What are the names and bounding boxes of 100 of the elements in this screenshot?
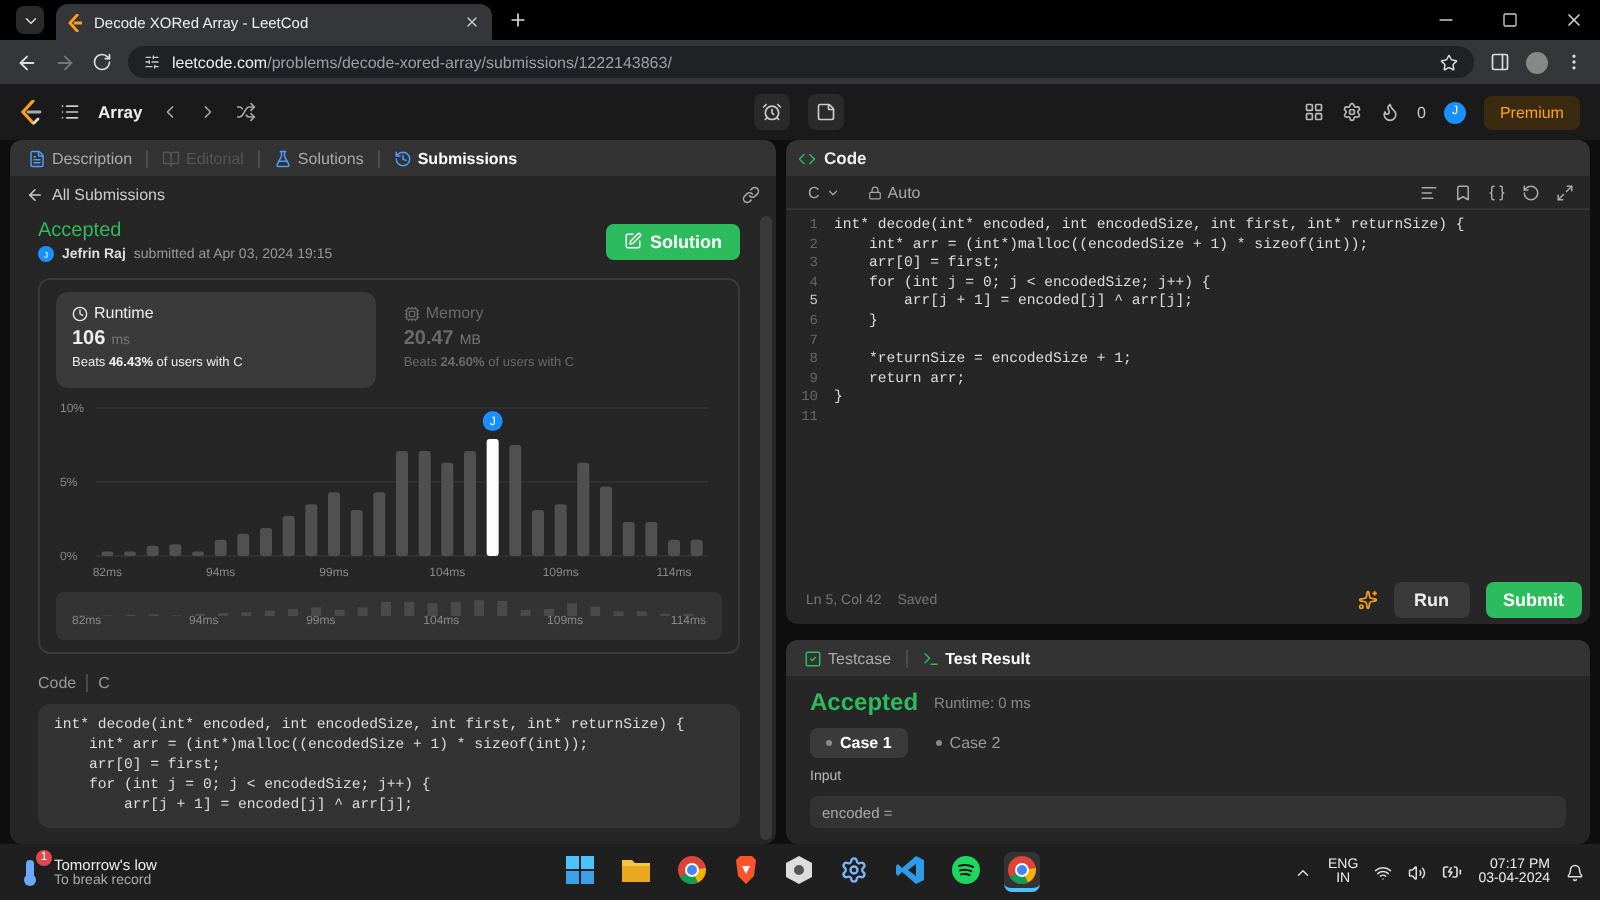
streak-count: 0 (1417, 103, 1426, 121)
histogram-bar (622, 521, 635, 556)
logo-icon[interactable] (20, 99, 42, 125)
histogram-bar (305, 504, 318, 556)
list-icon[interactable] (60, 102, 80, 122)
browser-icon[interactable] (677, 856, 705, 884)
reset-icon[interactable] (1522, 183, 1540, 201)
favicon-icon (68, 13, 84, 31)
histogram-bar (373, 492, 386, 556)
histogram-bar (486, 439, 499, 556)
address-field[interactable]: leetcode.com/problems/decode-xored-array/submissions/1222143863/ (128, 46, 1474, 78)
site-settings-icon[interactable] (144, 54, 160, 70)
plus-icon (508, 10, 528, 30)
runtime-icon (72, 305, 88, 321)
histogram-bar (101, 551, 114, 556)
tab-icon (28, 149, 46, 167)
histogram-bar (260, 527, 272, 556)
back-icon[interactable] (16, 51, 38, 73)
status-text: Accepted (38, 220, 124, 242)
stat-value: 20.47 (403, 328, 454, 350)
timer-button[interactable] (754, 94, 791, 130)
problem-list-link[interactable]: Array (98, 102, 143, 122)
histogram-bar (214, 539, 227, 556)
shuffle-icon[interactable] (236, 102, 257, 122)
maximize-icon (1502, 12, 1518, 28)
notification-icon[interactable] (1566, 863, 1584, 881)
folder-icon[interactable] (621, 858, 649, 882)
language-dropdown[interactable]: C (802, 183, 846, 201)
shield-icon[interactable] (733, 856, 757, 884)
histogram-bar (690, 539, 703, 556)
settings-icon[interactable] (1341, 102, 1362, 122)
histogram-bar (464, 450, 476, 556)
side-panel-icon[interactable] (1490, 52, 1510, 72)
case-tab[interactable]: Case 1 (810, 728, 908, 758)
sparkle-icon[interactable] (1358, 590, 1378, 610)
histogram-bar (169, 544, 182, 556)
close-icon[interactable] (464, 14, 480, 30)
bookmark-icon[interactable] (1454, 183, 1472, 201)
music-icon[interactable] (951, 856, 979, 884)
premium-button[interactable]: Premium (1483, 95, 1580, 129)
battery-icon[interactable] (1442, 862, 1463, 882)
edit-icon (624, 232, 642, 250)
auto-mode-toggle[interactable]: Auto (861, 183, 927, 201)
result-status: Accepted (810, 688, 919, 716)
tab-icon (393, 149, 412, 167)
volume-icon[interactable] (1408, 863, 1427, 881)
format-icon[interactable] (1420, 183, 1438, 201)
histogram-bar (645, 521, 658, 556)
histogram-bar (668, 539, 680, 556)
histogram-bar (418, 450, 431, 556)
scrollbar[interactable] (760, 216, 772, 840)
histogram-bar (237, 533, 250, 556)
tab-icon (273, 149, 292, 167)
histogram-bar (509, 445, 522, 556)
lock-icon (867, 185, 882, 199)
panel-tab[interactable]: Solutions (267, 149, 370, 167)
panel-title: Code (824, 148, 867, 168)
flame-icon (1379, 102, 1400, 122)
stat-title: Runtime (94, 304, 154, 322)
run-button[interactable]: Run (1394, 582, 1469, 618)
tab-search-button[interactable] (16, 6, 44, 34)
panel-tab[interactable]: Testcase (798, 649, 898, 667)
checkbox-icon (804, 649, 822, 667)
code-label: Code (38, 674, 77, 692)
histogram-bar (396, 450, 408, 556)
start-icon[interactable] (565, 856, 593, 884)
hexagon-icon[interactable] (785, 856, 811, 884)
histogram-bar (350, 510, 363, 556)
close-icon (1564, 10, 1584, 30)
histogram-bar (532, 510, 544, 556)
profile-avatar[interactable] (1526, 51, 1548, 73)
wifi-icon[interactable] (1374, 863, 1393, 881)
panel-tab[interactable]: Submissions (387, 149, 524, 167)
notes-button[interactable] (808, 94, 845, 130)
back-link[interactable]: All Submissions (26, 185, 165, 203)
reload-icon[interactable] (92, 52, 112, 72)
settings-icon[interactable] (839, 856, 867, 884)
caret-icon (825, 185, 840, 199)
histogram-bar (192, 551, 204, 556)
terminal-icon (921, 649, 940, 667)
braces-icon[interactable] (1488, 183, 1506, 201)
forward-icon[interactable] (54, 51, 76, 73)
expand-icon[interactable] (1556, 183, 1574, 201)
memory-icon (403, 305, 420, 321)
code-icon (798, 149, 816, 167)
code-editor-icon[interactable] (895, 856, 923, 884)
browser-icon[interactable] (1007, 856, 1035, 884)
case-tab[interactable]: Case 2 (919, 728, 1017, 758)
histogram-bar (124, 551, 136, 556)
dot-icon (935, 740, 942, 746)
histogram-bar (282, 516, 295, 556)
panel-tab[interactable]: Test Result (915, 649, 1037, 667)
alarm-clock-icon (762, 102, 783, 122)
link-icon[interactable] (742, 185, 760, 203)
grid-icon[interactable] (1303, 102, 1324, 122)
histogram-bar (554, 504, 567, 556)
back-arrow-icon (26, 185, 44, 203)
panel-tab[interactable]: Description (22, 149, 139, 167)
histogram-bar (577, 462, 590, 556)
histogram-bar (600, 486, 612, 556)
